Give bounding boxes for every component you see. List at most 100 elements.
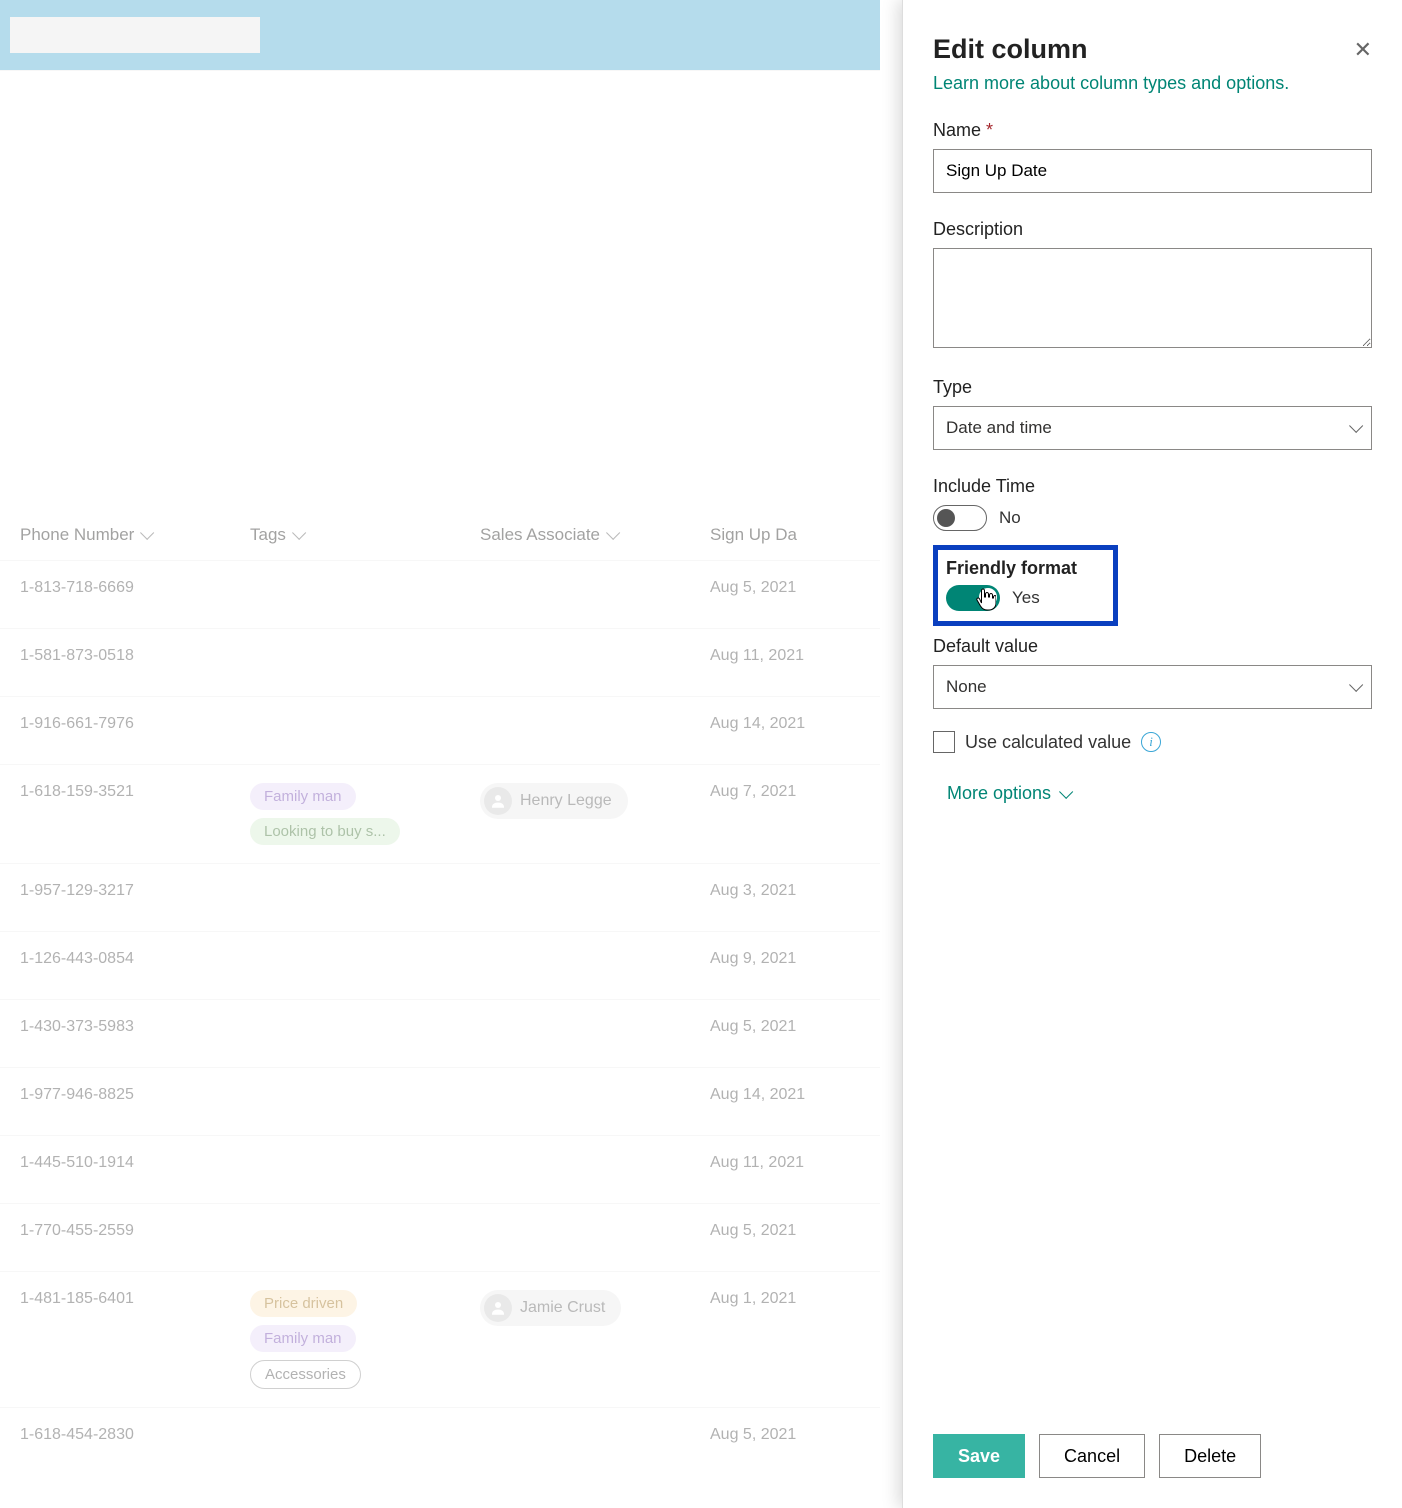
phone-cell: 1-430-373-5983 (20, 1018, 250, 1036)
avatar-icon (484, 787, 512, 815)
friendly-format-highlight: Friendly format Yes (933, 545, 1118, 626)
friendly-format-value: Yes (1012, 588, 1040, 608)
include-time-value: No (999, 508, 1021, 528)
cancel-button[interactable]: Cancel (1039, 1434, 1145, 1478)
phone-cell: 1-581-873-0518 (20, 647, 250, 665)
phone-cell: 1-481-185-6401 (20, 1290, 250, 1308)
chevron-down-icon (606, 526, 620, 540)
date-cell: Aug 14, 2021 (710, 715, 860, 733)
close-icon: ✕ (1354, 37, 1372, 62)
default-value-select-value: None (946, 677, 987, 697)
type-label: Type (933, 377, 1372, 398)
phone-cell: 1-916-661-7976 (20, 715, 250, 733)
use-calculated-checkbox[interactable] (933, 731, 955, 753)
type-select[interactable]: Date and time (933, 406, 1372, 450)
column-header-associate-label: Sales Associate (480, 525, 600, 545)
top-bar (0, 0, 880, 70)
associate-cell: Henry Legge (480, 783, 710, 819)
chevron-down-icon (292, 526, 306, 540)
include-time-toggle[interactable] (933, 505, 987, 531)
friendly-format-toggle[interactable] (946, 585, 1000, 611)
edit-column-panel: Edit column ✕ Learn more about column ty… (902, 0, 1402, 1508)
name-input[interactable] (933, 149, 1372, 193)
date-cell: Aug 7, 2021 (710, 783, 860, 801)
table-body: 1-813-718-6669 Aug 5, 2021 1-581-873-0518 A… (0, 560, 880, 1475)
associate-name: Henry Legge (520, 792, 612, 810)
more-options-toggle[interactable]: More options (933, 783, 1372, 804)
table-row[interactable]: 1-445-510-1914 Aug 11, 2021 (0, 1135, 880, 1203)
column-header-tags[interactable]: Tags (250, 525, 480, 545)
toggle-knob (937, 509, 955, 527)
save-button[interactable]: Save (933, 1434, 1025, 1478)
phone-cell: 1-126-443-0854 (20, 950, 250, 968)
tag-pill[interactable]: Family man (250, 783, 356, 810)
description-label: Description (933, 219, 1372, 240)
column-header-signup-label: Sign Up Da (710, 525, 797, 545)
associate-name: Jamie Crust (520, 1299, 605, 1317)
date-cell: Aug 5, 2021 (710, 1426, 860, 1444)
phone-cell: 1-977-946-8825 (20, 1086, 250, 1104)
tag-pill[interactable]: Price driven (250, 1290, 357, 1317)
delete-button[interactable]: Delete (1159, 1434, 1261, 1478)
date-cell: Aug 11, 2021 (710, 647, 860, 665)
default-value-label: Default value (933, 636, 1372, 657)
date-cell: Aug 11, 2021 (710, 1154, 860, 1172)
tag-pill[interactable]: Family man (250, 1325, 356, 1352)
table-row[interactable]: 1-481-185-6401Price driven Family man Acce… (0, 1271, 880, 1407)
date-cell: Aug 3, 2021 (710, 882, 860, 900)
toggle-knob (979, 588, 997, 606)
associate-cell: Jamie Crust (480, 1290, 710, 1326)
tag-pill[interactable]: Accessories (250, 1360, 361, 1389)
content-spacer (0, 70, 880, 510)
column-header-signup-date[interactable]: Sign Up Da (710, 525, 860, 545)
panel-footer: Save Cancel Delete (903, 1414, 1402, 1508)
chevron-down-icon (1059, 784, 1073, 798)
more-options-label: More options (947, 783, 1051, 804)
table-row[interactable]: 1-430-373-5983Aug 5, 2021 (0, 999, 880, 1067)
date-cell: Aug 1, 2021 (710, 1290, 860, 1308)
table-row[interactable]: 1-126-443-0854Aug 9, 2021 (0, 931, 880, 999)
table-row[interactable]: 1-618-454-2830 Aug 5, 2021 (0, 1407, 880, 1475)
table-row[interactable]: 1-916-661-7976 Aug 14, 2021 (0, 696, 880, 764)
search-input[interactable] (10, 17, 260, 53)
name-label: Name * (933, 120, 1372, 141)
info-icon[interactable]: i (1141, 732, 1161, 752)
type-select-value: Date and time (946, 418, 1052, 438)
phone-cell: 1-770-455-2559 (20, 1222, 250, 1240)
table-header: Phone Number Tags Sales Associate Sign U… (0, 510, 880, 560)
date-cell: Aug 5, 2021 (710, 579, 860, 597)
table-row[interactable]: 1-813-718-6669 Aug 5, 2021 (0, 560, 880, 628)
description-textarea[interactable] (933, 248, 1372, 348)
friendly-format-label: Friendly format (946, 558, 1105, 579)
associate-pill[interactable]: Jamie Crust (480, 1290, 621, 1326)
table-row[interactable]: 1-977-946-8825 Aug 14, 2021 (0, 1067, 880, 1135)
learn-more-link[interactable]: Learn more about column types and option… (933, 73, 1289, 94)
column-header-phone-label: Phone Number (20, 525, 134, 545)
phone-cell: 1-618-454-2830 (20, 1426, 250, 1444)
phone-cell: 1-618-159-3521 (20, 783, 250, 801)
associate-pill[interactable]: Henry Legge (480, 783, 628, 819)
chevron-down-icon (140, 526, 154, 540)
table-row[interactable]: 1-618-159-3521Family man Looking to buy s… (0, 764, 880, 863)
phone-cell: 1-445-510-1914 (20, 1154, 250, 1172)
use-calculated-label: Use calculated value (965, 732, 1131, 753)
tags-cell: Family man Looking to buy s... (250, 783, 480, 845)
avatar-icon (484, 1294, 512, 1322)
tag-pill[interactable]: Looking to buy s... (250, 818, 400, 845)
include-time-label: Include Time (933, 476, 1372, 497)
phone-cell: 1-813-718-6669 (20, 579, 250, 597)
phone-cell: 1-957-129-3217 (20, 882, 250, 900)
close-button[interactable]: ✕ (1354, 37, 1372, 63)
date-cell: Aug 14, 2021 (710, 1086, 860, 1104)
table-row[interactable]: 1-581-873-0518 Aug 11, 2021 (0, 628, 880, 696)
chevron-down-icon (1349, 419, 1363, 433)
tags-cell: Price driven Family man Accessories (250, 1290, 480, 1389)
column-header-phone[interactable]: Phone Number (20, 525, 250, 545)
column-header-tags-label: Tags (250, 525, 286, 545)
column-header-associate[interactable]: Sales Associate (480, 525, 710, 545)
panel-title: Edit column (933, 34, 1088, 65)
table-row[interactable]: 1-957-129-3217 Aug 3, 2021 (0, 863, 880, 931)
chevron-down-icon (1349, 678, 1363, 692)
table-row[interactable]: 1-770-455-2559Aug 5, 2021 (0, 1203, 880, 1271)
default-value-select[interactable]: None (933, 665, 1372, 709)
